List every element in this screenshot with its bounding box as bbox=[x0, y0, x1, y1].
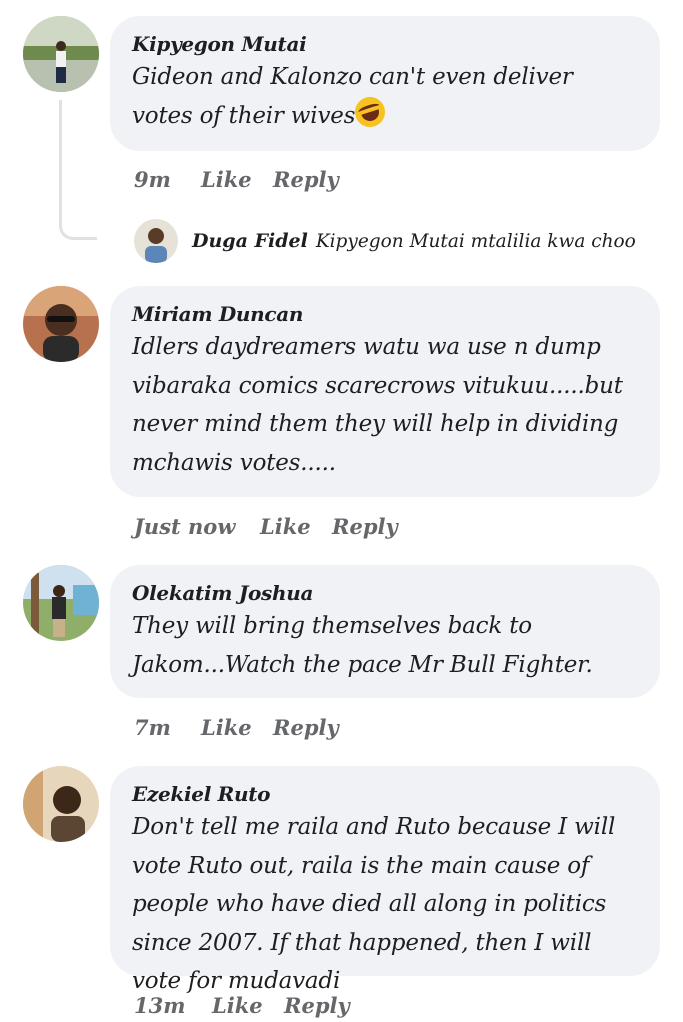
comment-actions: Just now Like Reply bbox=[134, 509, 398, 543]
like-button[interactable]: Like bbox=[212, 993, 284, 1018]
comment-bubble: Olekatim Joshua They will bring themselv… bbox=[110, 565, 660, 698]
avatar[interactable] bbox=[23, 766, 99, 842]
comment-bubble: Ezekiel Ruto Don't tell me raila and Rut… bbox=[110, 766, 660, 994]
like-button[interactable]: Like bbox=[201, 167, 273, 192]
like-button[interactable]: Like bbox=[260, 514, 332, 539]
comment-text: Idlers daydreamers watu wa use n dump vi… bbox=[132, 334, 623, 476]
comment-author[interactable]: Miriam Duncan bbox=[132, 300, 636, 328]
comment-author[interactable]: Olekatim Joshua bbox=[132, 579, 636, 607]
reply-author[interactable]: Duga Fidel bbox=[192, 230, 308, 252]
comment-text: Don't tell me raila and Ruto because I w… bbox=[132, 814, 616, 994]
comment-author[interactable]: Kipyegon Mutai bbox=[132, 30, 636, 58]
avatar[interactable] bbox=[23, 286, 99, 362]
comment-actions: 9m Like Reply bbox=[134, 162, 339, 196]
reply-item: Duga Fidel Kipyegon Mutai mtalilia kwa c… bbox=[134, 218, 636, 264]
comment-time: 9m bbox=[134, 166, 171, 192]
comment-bubble: Kipyegon Mutai Gideon and Kalonzo can't … bbox=[110, 16, 660, 151]
comment-text: They will bring themselves back to Jakom… bbox=[132, 613, 593, 678]
reply-button[interactable]: Reply bbox=[284, 993, 350, 1018]
avatar[interactable] bbox=[23, 565, 99, 641]
comment-author[interactable]: Ezekiel Ruto bbox=[132, 780, 636, 808]
reply-thread-line bbox=[59, 100, 97, 240]
comment-time: 13m bbox=[134, 992, 186, 1018]
comment-actions: 7m Like Reply bbox=[134, 710, 339, 744]
avatar[interactable] bbox=[134, 219, 178, 263]
comment-text: Gideon and Kalonzo can't even deliver vo… bbox=[132, 64, 573, 131]
reply-button[interactable]: Reply bbox=[273, 167, 339, 192]
avatar[interactable] bbox=[23, 16, 99, 92]
comment-bubble: Miriam Duncan Idlers daydreamers watu wa… bbox=[110, 286, 660, 497]
reply-text: Kipyegon Mutai mtalilia kwa choo bbox=[315, 230, 636, 252]
rolling-on-floor-laughing-emoji-icon bbox=[351, 92, 390, 131]
comment-time: 7m bbox=[134, 714, 171, 740]
comment-time: Just now bbox=[134, 513, 236, 539]
reply-button[interactable]: Reply bbox=[332, 514, 398, 539]
reply-button[interactable]: Reply bbox=[273, 715, 339, 740]
like-button[interactable]: Like bbox=[201, 715, 273, 740]
comment-actions: 13m Like Reply bbox=[134, 988, 350, 1022]
